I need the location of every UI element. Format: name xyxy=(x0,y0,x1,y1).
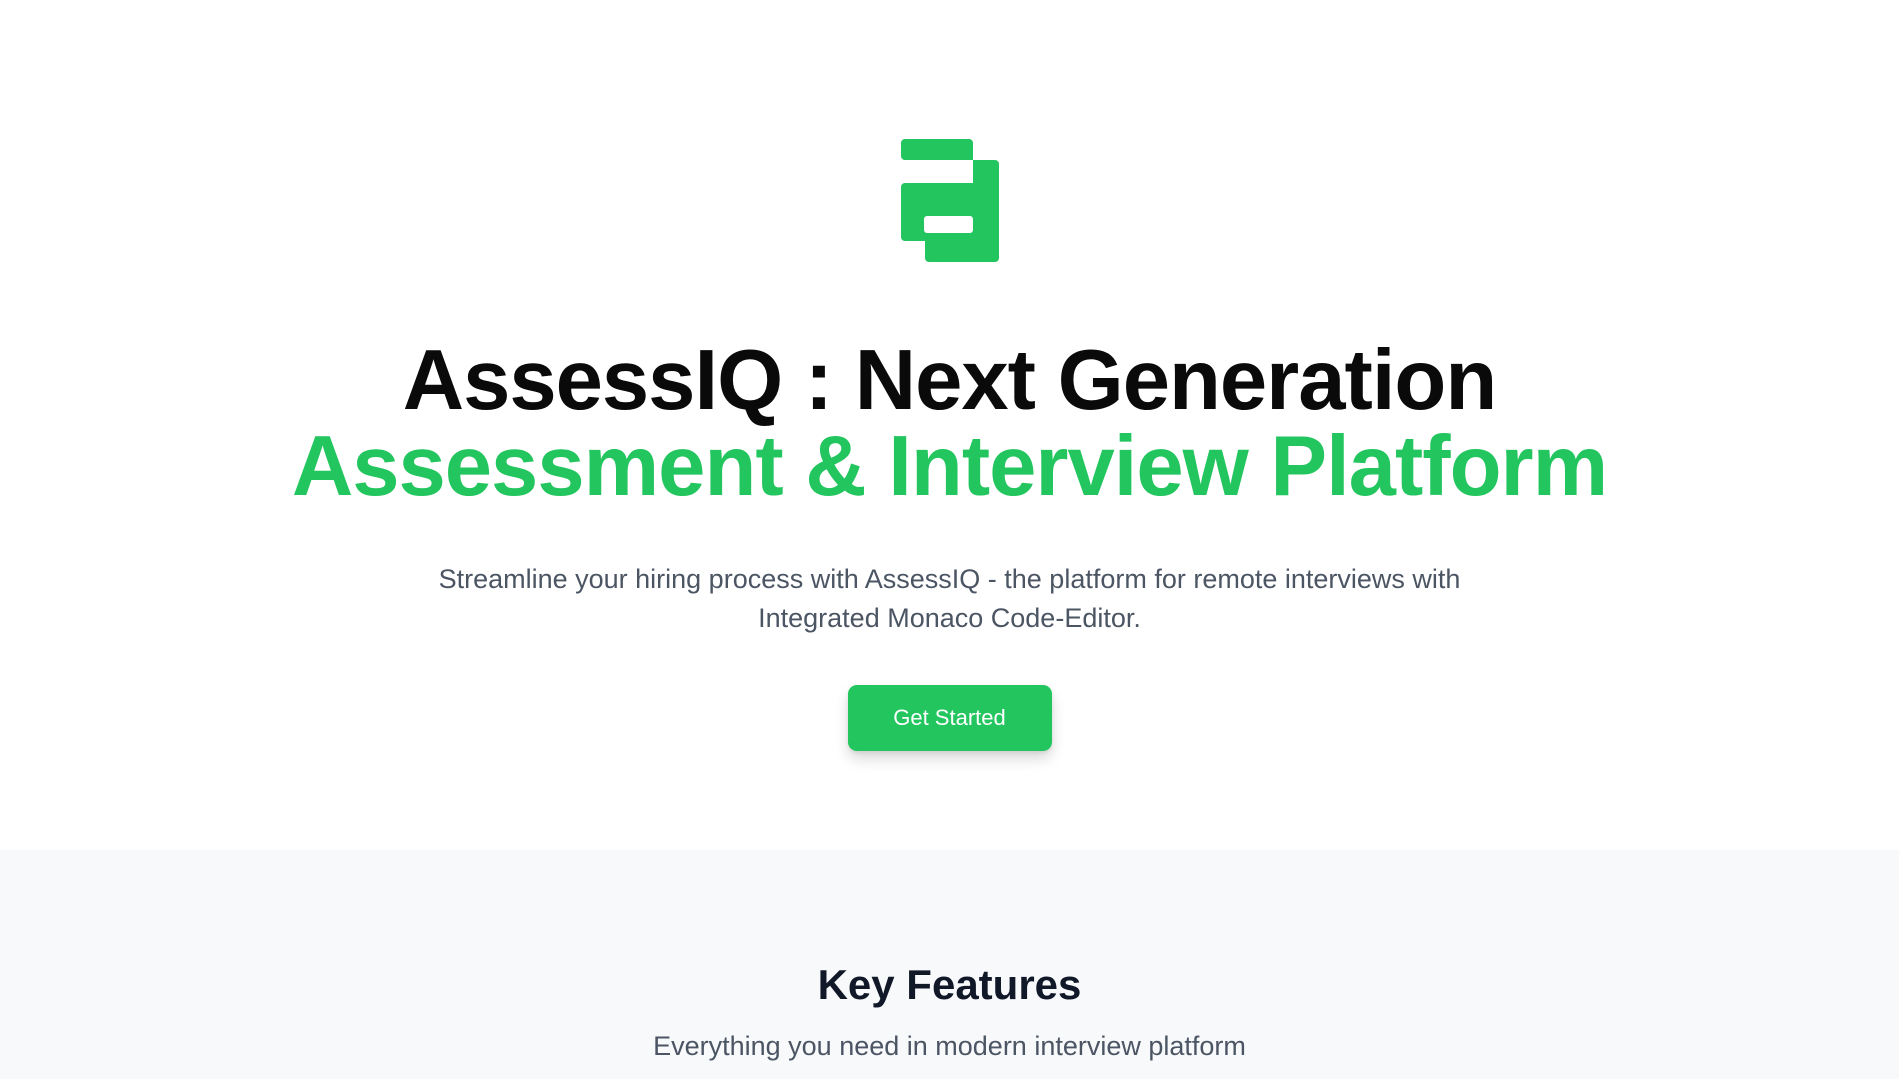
features-subheading: Everything you need in modern interview … xyxy=(653,1031,1246,1061)
page-title: AssessIQ : Next Generation Assessment & … xyxy=(291,333,1608,514)
hero-section: AssessIQ : Next Generation Assessment & … xyxy=(0,0,1899,850)
features-section: Key Features Everything you need in mode… xyxy=(0,850,1899,1079)
get-started-button[interactable]: Get Started xyxy=(847,685,1052,751)
title-line-primary: AssessIQ : Next Generation xyxy=(402,333,1498,428)
hero-subtitle: Streamline your hiring process with Asse… xyxy=(438,564,1461,633)
assessiq-logo-icon xyxy=(900,139,999,262)
features-heading: Key Features xyxy=(817,961,1082,1008)
title-line-accent: Assessment & Interview Platform xyxy=(291,419,1608,514)
